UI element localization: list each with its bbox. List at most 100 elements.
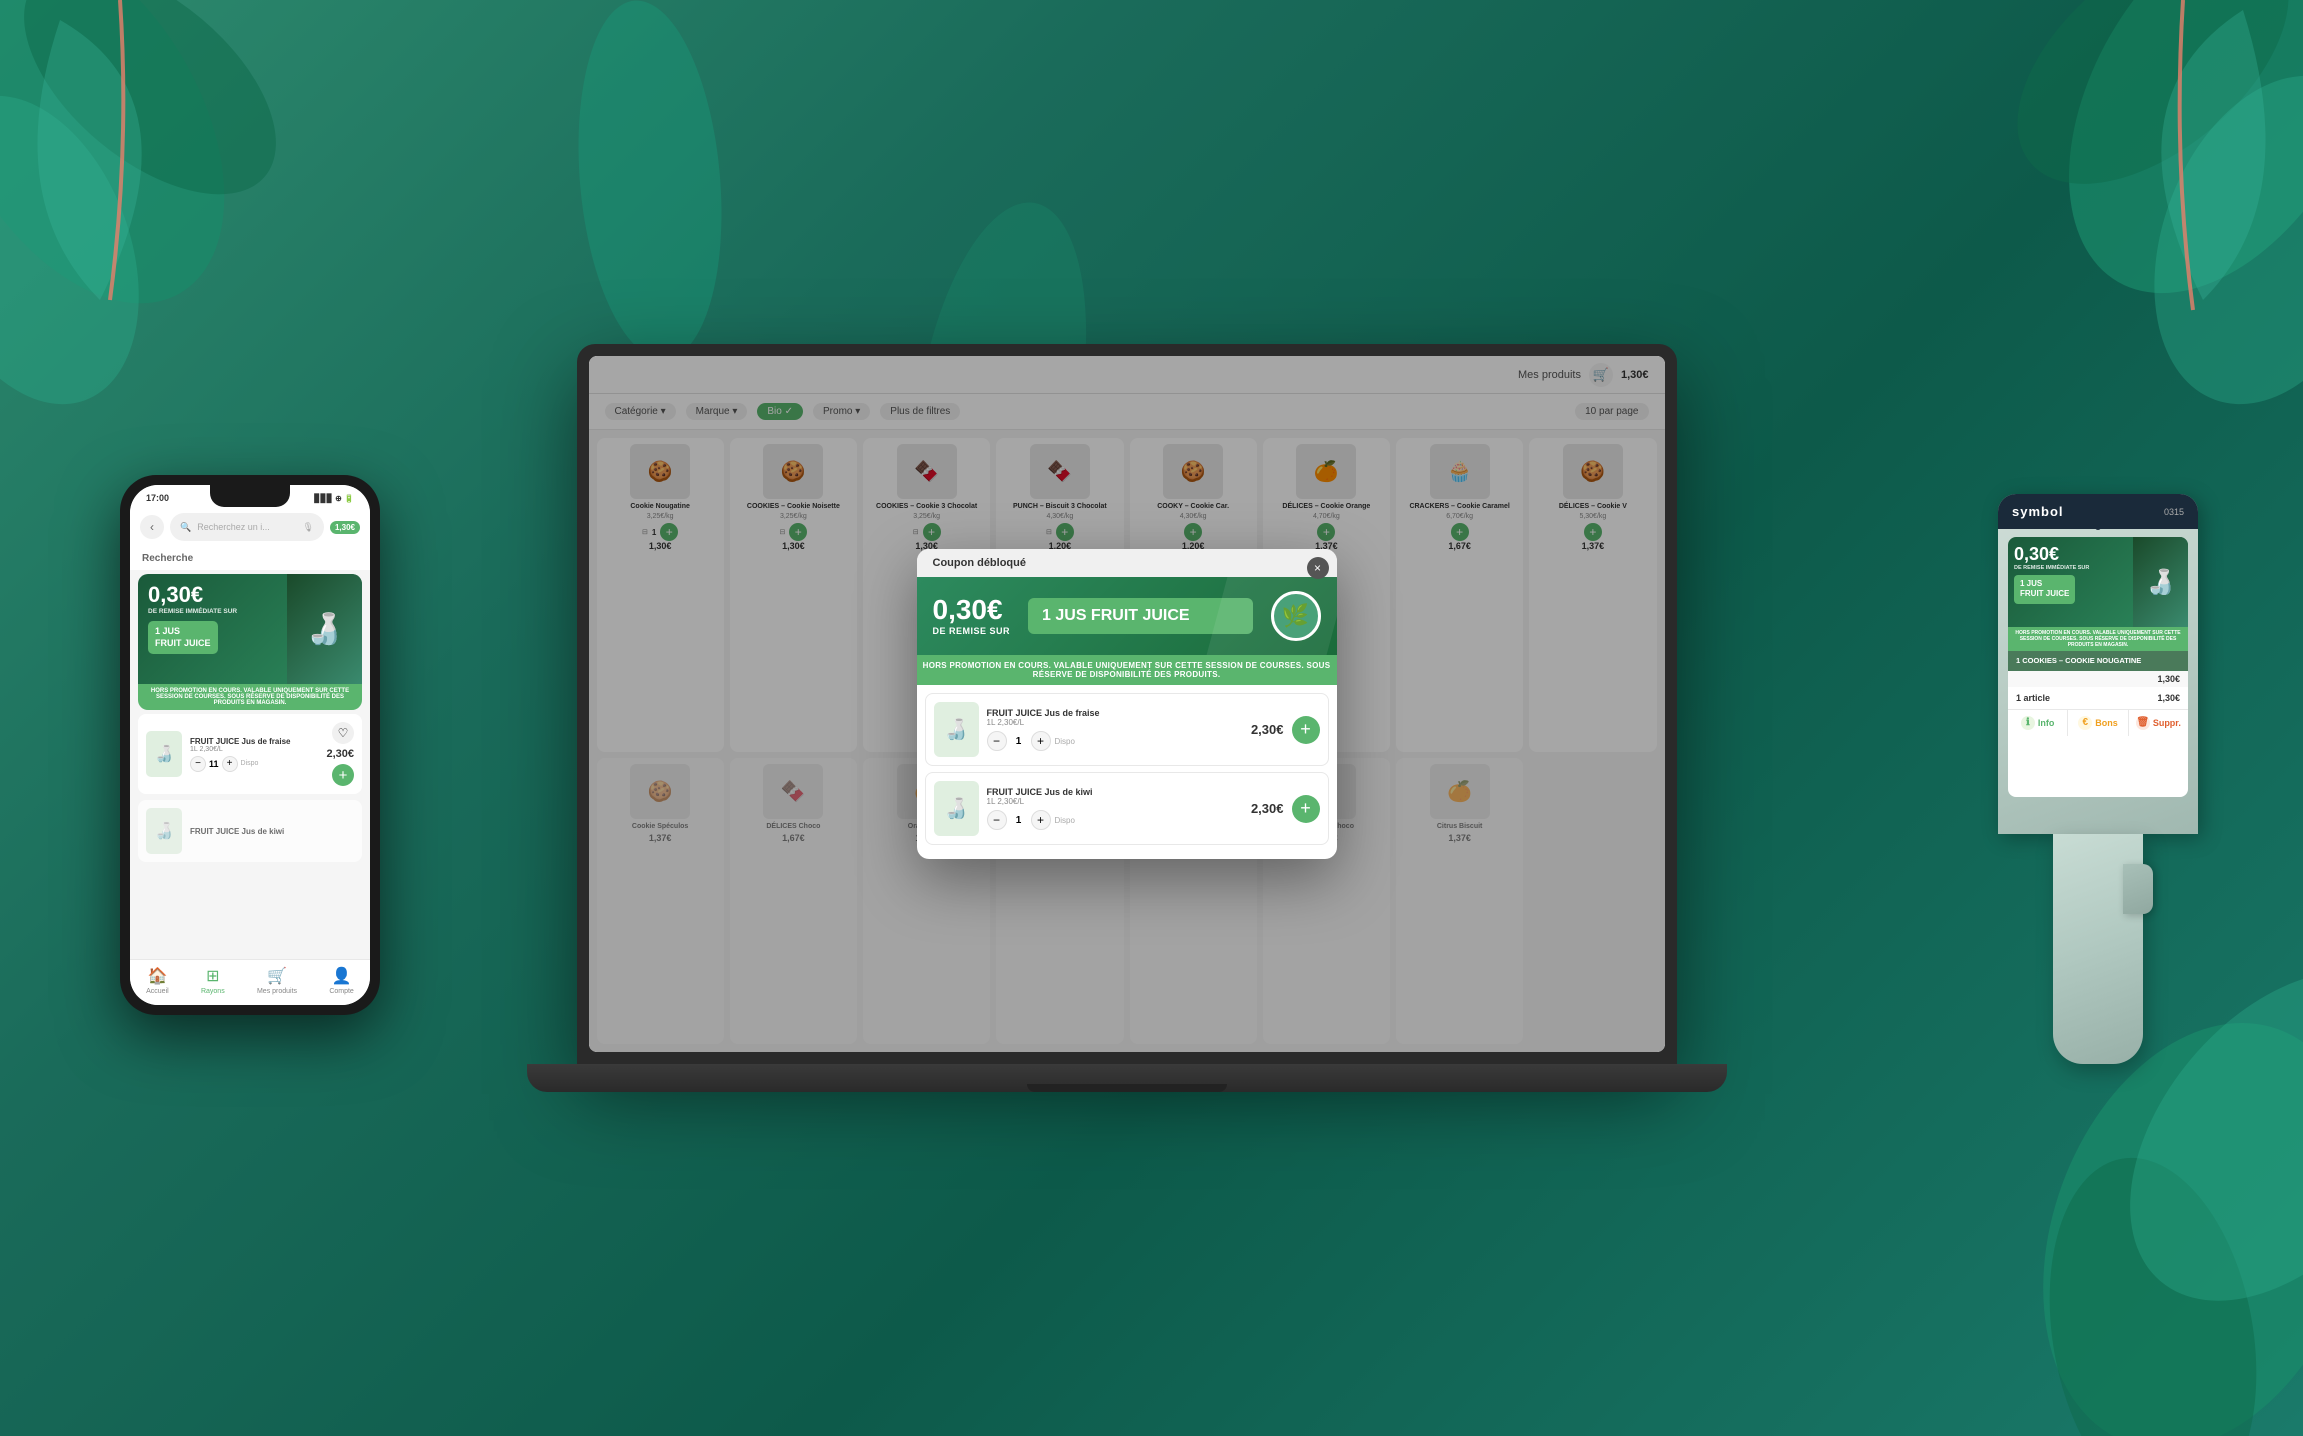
coupon-banner: 0,30€ DE REMISE SUR 1 JUS FRUIT JUICE 🌿 — [917, 577, 1337, 655]
modal-close-button[interactable]: × — [1307, 557, 1329, 579]
scanner-camera — [2095, 524, 2101, 530]
phone-nav-label: Accueil — [146, 988, 169, 995]
cart-icon: 🛒 — [267, 966, 287, 986]
scanner-promo-text: HORS PROMOTION EN COURS. VALABLE UNIQUEM… — [2008, 627, 2188, 651]
phone-coupon-de-remise: DE REMISE IMMÉDIATE SUR — [148, 608, 277, 615]
scanner-suppr-label: Suppr. — [2153, 718, 2181, 728]
scanner-trigger[interactable] — [2123, 864, 2153, 914]
scanner-handle — [2053, 834, 2143, 1064]
scanner-coupon-price: 0,30€ — [2014, 545, 2127, 563]
coupon-product-price: 2,30€ — [1251, 722, 1284, 737]
microphone-icon: 🎙 — [303, 522, 314, 533]
coupon-products-list: 🍶 FRUIT JUICE Jus de fraise 1L 2,30€/L −… — [917, 685, 1337, 859]
laptop-base — [527, 1064, 1727, 1092]
coupon-product-row: 🍶 FRUIT JUICE Jus de kiwi 1L 2,30€/L − 1… — [925, 772, 1329, 845]
phone-time: 17:00 — [146, 493, 169, 503]
phone-nav-products[interactable]: 🛒 Mes produits — [257, 966, 297, 995]
phone-product-image: 🍶 — [146, 808, 182, 854]
scanner-brand: symbol — [2012, 504, 2064, 519]
phone-cart-badge: 1,30€ — [330, 521, 360, 534]
phone-product-name: FRUIT JUICE Jus de fraise — [190, 737, 318, 746]
scanner-coupon-de-remise: DE REMISE IMMÉDIATE SUR — [2014, 565, 2127, 571]
scanner-model: 0315 — [2164, 507, 2184, 517]
coupon-product-actions: − 1 + Dispo — [987, 731, 1243, 751]
coupon-product-image: 🍶 — [934, 702, 979, 757]
phone-product-actions: − 11 + Dispo — [190, 756, 318, 772]
scanner-article-count: 1 article — [2016, 693, 2050, 703]
coupon-product-row: 🍶 FRUIT JUICE Jus de fraise 1L 2,30€/L −… — [925, 693, 1329, 766]
phone-product-info: FRUIT JUICE Jus de fraise 1L 2,30€/L − 1… — [190, 737, 318, 772]
increase-qty-btn[interactable]: + — [1031, 810, 1051, 830]
scanner-bons-label: Bons — [2095, 718, 2118, 728]
scanner-coupon-product-image: 🍶 — [2133, 537, 2188, 627]
scanner-coupon-product-tag: 1 JUSFRUIT JUICE — [2014, 575, 2075, 604]
phone-search-bar[interactable]: 🔍 Recherchez un i... 🎙 — [170, 513, 324, 541]
scanner-bottom-buttons: ℹ Info € Bons 🗑 Suppr. — [2008, 709, 2188, 736]
coupon-modal: × Coupon débloqué 0,30€ DE REMISE SUR 1 … — [917, 549, 1337, 859]
add-to-cart-btn[interactable]: + — [1292, 716, 1320, 744]
coupon-product-actions: − 1 + Dispo — [987, 810, 1243, 830]
phone-product-item: 🍶 FRUIT JUICE Jus de kiwi — [138, 800, 362, 862]
scanner-coupon-left: 0,30€ DE REMISE IMMÉDIATE SUR 1 JUSFRUIT… — [2008, 537, 2133, 612]
phone-coupon-left: 0,30€ DE REMISE IMMÉDIATE SUR 1 JUSFRUIT… — [138, 574, 287, 684]
phone-screen: 17:00 ▊▊▊ ⊕ 🔋 ‹ 🔍 Recherchez un i... 🎙 1… — [130, 485, 370, 1005]
phone-favorite-btn[interactable]: ♡ — [332, 722, 354, 744]
phone-decrease-qty[interactable]: − — [190, 756, 206, 772]
decrease-qty-btn[interactable]: − — [987, 810, 1007, 830]
scanner-bons-button[interactable]: € Bons — [2068, 710, 2128, 736]
phone-nav-label: Mes produits — [257, 988, 297, 995]
scanner-screen: 0,30€ DE REMISE IMMÉDIATE SUR 1 JUSFRUIT… — [2008, 537, 2188, 797]
delete-icon: 🗑 — [2136, 716, 2150, 730]
decrease-qty-btn[interactable]: − — [987, 731, 1007, 751]
phone-product-right: ♡ 2,30€ + — [326, 722, 354, 786]
scanner-coupon-banner: 0,30€ DE REMISE IMMÉDIATE SUR 1 JUSFRUIT… — [2008, 537, 2188, 627]
modal-title: Coupon débloqué — [917, 549, 1337, 577]
add-to-cart-btn[interactable]: + — [1292, 795, 1320, 823]
phone-product-image: 🍶 — [146, 731, 182, 777]
phone-product-info: FRUIT JUICE Jus de kiwi — [190, 827, 354, 836]
account-icon: 👤 — [332, 966, 352, 986]
coupon-product-name: 1 JUS FRUIT JUICE — [1028, 598, 1252, 633]
scanner-device-wrapper: symbol 0315 0,30€ DE REMISE IMMÉDIATE SU… — [1983, 494, 2213, 1054]
scanner-summary: 1 article 1,30€ — [2008, 687, 2188, 709]
grid-icon: ⊞ — [206, 966, 219, 986]
scanner-product-price: 1,30€ — [2008, 671, 2188, 687]
phone-nav-compte[interactable]: 👤 Compte — [329, 966, 354, 995]
coupon-price-label: DE REMISE SUR — [933, 626, 1011, 636]
coupon-product-image: 🍶 — [934, 781, 979, 836]
phone-header: ‹ 🔍 Recherchez un i... 🎙 1,30€ — [130, 507, 370, 547]
phone-add-to-cart-btn[interactable]: + — [332, 764, 354, 786]
phone-nav-rayons[interactable]: ⊞ Rayons — [201, 966, 225, 995]
bons-icon: € — [2078, 716, 2092, 730]
scanner-total: 1,30€ — [2157, 693, 2180, 703]
scanner-suppr-button[interactable]: 🗑 Suppr. — [2129, 710, 2188, 736]
product-qty: 1 — [1011, 736, 1027, 747]
info-icon: ℹ — [2021, 716, 2035, 730]
scanner-device: symbol 0315 0,30€ DE REMISE IMMÉDIATE SU… — [1983, 494, 2213, 1054]
coupon-product-sub: 1L 2,30€/L — [987, 718, 1243, 727]
phone-increase-qty[interactable]: + — [222, 756, 238, 772]
modal-overlay: × Coupon débloqué 0,30€ DE REMISE SUR 1 … — [589, 356, 1665, 1052]
coupon-product-info: FRUIT JUICE Jus de kiwi 1L 2,30€/L − 1 +… — [987, 787, 1243, 830]
product-qty: 1 — [1011, 815, 1027, 826]
phone-back-button[interactable]: ‹ — [140, 515, 164, 539]
phone-cart-indicator[interactable]: 1,30€ — [330, 521, 360, 534]
coupon-product-name: FRUIT JUICE Jus de fraise — [987, 708, 1243, 718]
phone-nav-accueil[interactable]: 🏠 Accueil — [146, 966, 169, 995]
phone-qty-val: 11 — [209, 759, 219, 769]
scanner-info-button[interactable]: ℹ Info — [2008, 710, 2068, 736]
phone-coupon-promo-text: HORS PROMOTION EN COURS. VALABLE UNIQUEM… — [138, 684, 362, 710]
coupon-price: 0,30€ — [933, 596, 1011, 624]
product-availability: Dispo — [1055, 737, 1075, 746]
product-availability: Dispo — [1055, 816, 1075, 825]
phone-search-placeholder: Recherchez un i... — [197, 522, 270, 532]
laptop-device: Mes produits 🛒 1,30€ Catégorie ▾ Marque … — [577, 344, 1727, 1092]
coupon-product-sub: 1L 2,30€/L — [987, 797, 1243, 806]
laptop-body: Mes produits 🛒 1,30€ Catégorie ▾ Marque … — [577, 344, 1677, 1064]
coupon-product-info: FRUIT JUICE Jus de fraise 1L 2,30€/L − 1… — [987, 708, 1243, 751]
increase-qty-btn[interactable]: + — [1031, 731, 1051, 751]
phone-product-price: 2,30€ — [326, 748, 354, 760]
scanner-summary-row: 1 article 1,30€ — [2016, 693, 2180, 703]
phone-coupon-product-tag: 1 JUSFRUIT JUICE — [148, 621, 218, 654]
phone-product-item: 🍶 FRUIT JUICE Jus de fraise 1L 2,30€/L −… — [138, 714, 362, 794]
